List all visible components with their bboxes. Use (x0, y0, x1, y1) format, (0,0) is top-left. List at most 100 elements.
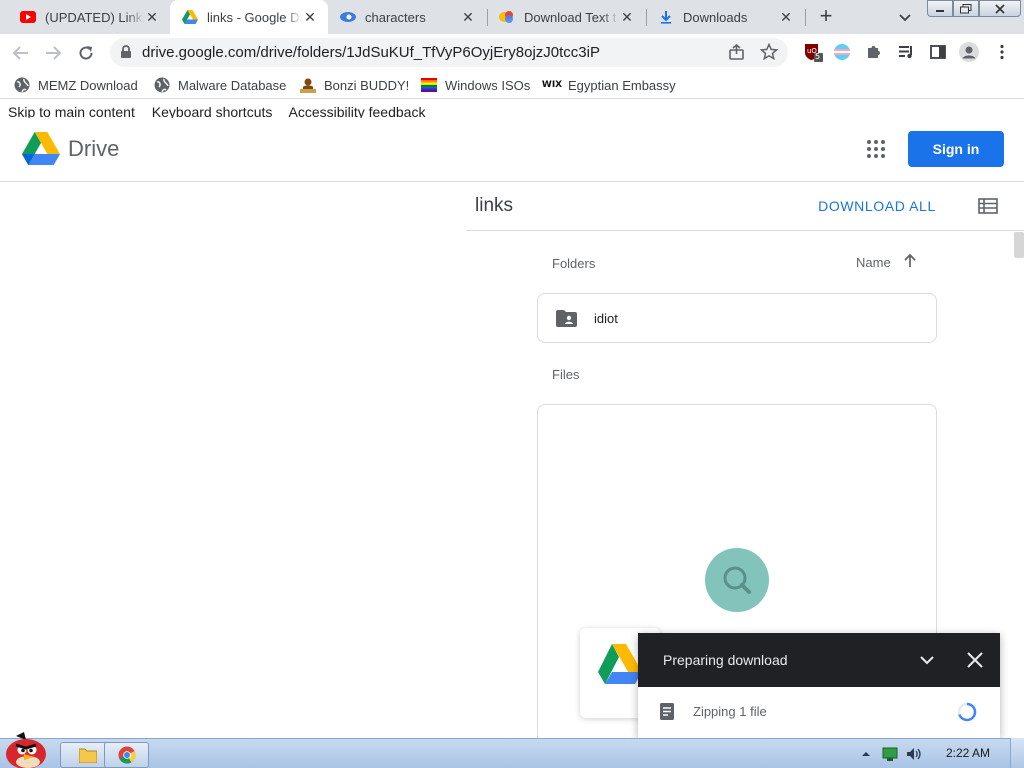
colorful-logo-icon (499, 9, 515, 25)
network-icon[interactable] (882, 746, 898, 762)
tab-title: (UPDATED) Links (45, 9, 144, 25)
keyboard-shortcuts-link[interactable]: Keyboard shortcuts (152, 104, 273, 118)
minimize-button[interactable] (927, 0, 953, 17)
menu-kebab-icon[interactable] (992, 42, 1012, 62)
drive-brand-label[interactable]: Drive (68, 136, 119, 162)
tab-links-google-drive[interactable]: links - Google Drive ✕ (170, 0, 328, 34)
trans-flag-extension-icon[interactable] (832, 42, 852, 62)
side-panel-icon[interactable] (928, 42, 948, 62)
sign-in-button[interactable]: Sign in (908, 131, 1004, 167)
tab-characters[interactable]: characters ✕ (328, 0, 486, 34)
google-apps-grid-icon[interactable] (866, 139, 886, 159)
bookmarks-bar: MEMZ Download Malware Database Bonzi BUD… (0, 71, 1024, 99)
tab-title: Downloads (683, 9, 748, 25)
tab-title: Download Text t (524, 9, 617, 25)
download-panel-title: Preparing download (663, 652, 788, 668)
ublock-badge: 5 (815, 52, 821, 61)
globe-icon (14, 77, 30, 93)
show-hidden-icons-arrow-icon[interactable] (858, 746, 874, 762)
volume-speaker-icon[interactable] (906, 746, 922, 762)
download-all-button[interactable]: DOWNLOAD ALL (810, 192, 944, 220)
folder-item[interactable]: idiot (537, 293, 937, 343)
tab-updated-links[interactable]: (UPDATED) Links ✕ (8, 0, 170, 34)
bonzi-icon (300, 77, 316, 93)
forward-arrow-icon[interactable] (40, 40, 66, 66)
address-bar[interactable]: drive.google.com/drive/folders/1JdSuKUf_… (110, 38, 788, 67)
bookmark-bonzi-buddy[interactable]: Bonzi BUDDY! (300, 75, 409, 95)
tab-title: characters (365, 9, 426, 25)
scrollbar-thumb[interactable] (1014, 232, 1024, 258)
google-drive-promo-logo-icon (598, 644, 642, 684)
preview-loading-magnifier-icon (705, 548, 769, 612)
google-drive-logo-icon[interactable] (22, 132, 60, 166)
close-tab-icon[interactable]: ✕ (144, 9, 160, 25)
close-tab-icon[interactable]: ✕ (619, 9, 635, 25)
new-tab-button[interactable]: + (815, 5, 837, 28)
skip-links: Skip to main content Keyboard shortcuts … (8, 104, 438, 118)
folder-name: idiot (594, 311, 618, 326)
folder-icon (79, 748, 97, 763)
bookmark-label: Malware Database (178, 77, 287, 93)
share-icon[interactable] (728, 43, 746, 66)
close-tab-icon[interactable]: ✕ (778, 9, 794, 25)
taskbar-chrome-button[interactable] (104, 742, 149, 768)
tab-divider (805, 9, 806, 26)
shared-folder-icon (556, 310, 577, 332)
reload-icon[interactable] (73, 40, 99, 66)
bookmark-memz-download[interactable]: MEMZ Download (14, 75, 138, 95)
bookmark-egyptian-embassy[interactable]: WIX Egyptian Embassy (541, 75, 676, 95)
restore-button[interactable] (953, 0, 979, 17)
extensions-puzzle-icon[interactable] (864, 42, 884, 62)
folders-section-label: Folders (552, 256, 596, 271)
tab-download-text[interactable]: Download Text t ✕ (487, 0, 645, 34)
bookmark-label: Windows ISOs (445, 77, 531, 93)
show-desktop-button[interactable] (1010, 738, 1024, 768)
bookmark-malware-database[interactable]: Malware Database (154, 75, 286, 95)
download-panel-header: Preparing download (638, 633, 1000, 687)
ublock-origin-icon[interactable]: uO 5 (803, 42, 823, 62)
bookmark-label: MEMZ Download (38, 77, 138, 93)
wix-icon: WIX (541, 80, 563, 90)
sort-ascending-arrow-icon[interactable] (902, 253, 918, 269)
loading-spinner-icon (957, 702, 977, 722)
close-tab-icon[interactable]: ✕ (460, 9, 476, 25)
start-button-angry-bird-icon[interactable] (2, 732, 52, 768)
youtube-icon (20, 9, 36, 25)
tab-search-chevron-icon[interactable] (896, 8, 914, 26)
wix-eye-icon (340, 9, 356, 25)
back-arrow-icon[interactable] (8, 40, 34, 66)
tab-title: links - Google Drive (207, 9, 302, 25)
close-icon[interactable] (966, 651, 984, 669)
collapse-chevron-icon[interactable] (918, 651, 936, 669)
bookmark-windows-isos[interactable]: Windows ISOs (421, 75, 530, 95)
rainbow-flag-icon (421, 77, 437, 93)
toolbar-divider (466, 230, 1024, 231)
tab-downloads[interactable]: Downloads ✕ (646, 0, 804, 34)
files-section-label: Files (552, 367, 580, 382)
download-item-status: Zipping 1 file (693, 704, 767, 719)
globe-icon (154, 77, 170, 93)
lock-icon[interactable] (120, 45, 132, 64)
bookmark-label: Bonzi BUDDY! (324, 77, 410, 93)
file-document-icon (660, 703, 674, 720)
chrome-icon (118, 746, 136, 764)
profile-avatar-icon[interactable] (959, 42, 979, 62)
browser-toolbar: drive.google.com/drive/folders/1JdSuKUf_… (0, 34, 1024, 71)
bookmark-star-icon[interactable] (759, 42, 779, 66)
close-window-button[interactable] (979, 0, 1021, 17)
list-view-icon[interactable] (978, 198, 998, 214)
google-drive-icon (182, 9, 198, 25)
bookmark-label: Egyptian Embassy (568, 77, 676, 93)
close-tab-icon[interactable]: ✕ (302, 9, 318, 25)
taskbar-clock[interactable]: 2:22 AM (946, 746, 990, 760)
download-icon (658, 9, 674, 25)
tab-strip: (UPDATED) Links ✕ links - Google Drive ✕… (0, 0, 1024, 34)
skip-to-main-link[interactable]: Skip to main content (8, 104, 135, 118)
url-text[interactable]: drive.google.com/drive/folders/1JdSuKUf_… (142, 44, 600, 61)
media-controls-icon[interactable] (896, 42, 916, 62)
accessibility-feedback-link[interactable]: Accessibility feedback (289, 104, 426, 118)
sort-by-name-button[interactable]: Name (856, 255, 891, 270)
download-panel: Preparing download Zipping 1 file (638, 633, 1000, 738)
header-divider (0, 181, 1024, 182)
folder-title: links (475, 195, 514, 216)
